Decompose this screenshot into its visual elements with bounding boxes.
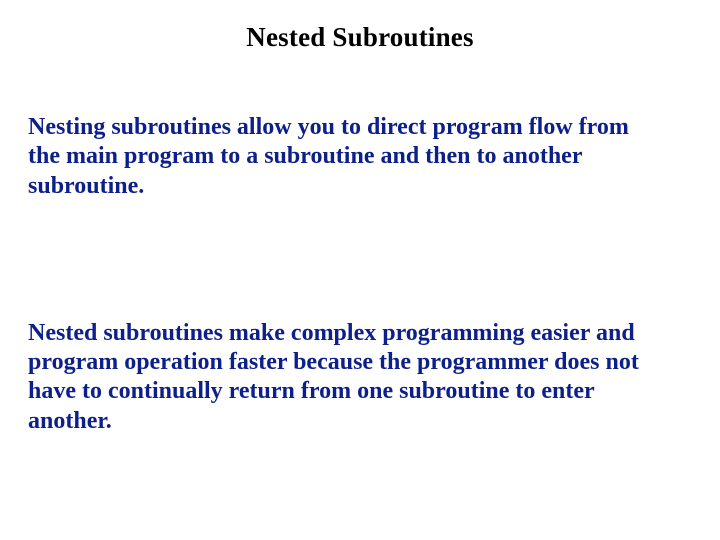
body-paragraph-2: Nested subroutines make complex programm… — [28, 319, 692, 436]
body-paragraph-1: Nesting subroutines allow you to direct … — [28, 113, 692, 201]
slide-title: Nested Subroutines — [28, 22, 692, 53]
slide-container: Nested Subroutines Nesting subroutines a… — [0, 0, 720, 540]
